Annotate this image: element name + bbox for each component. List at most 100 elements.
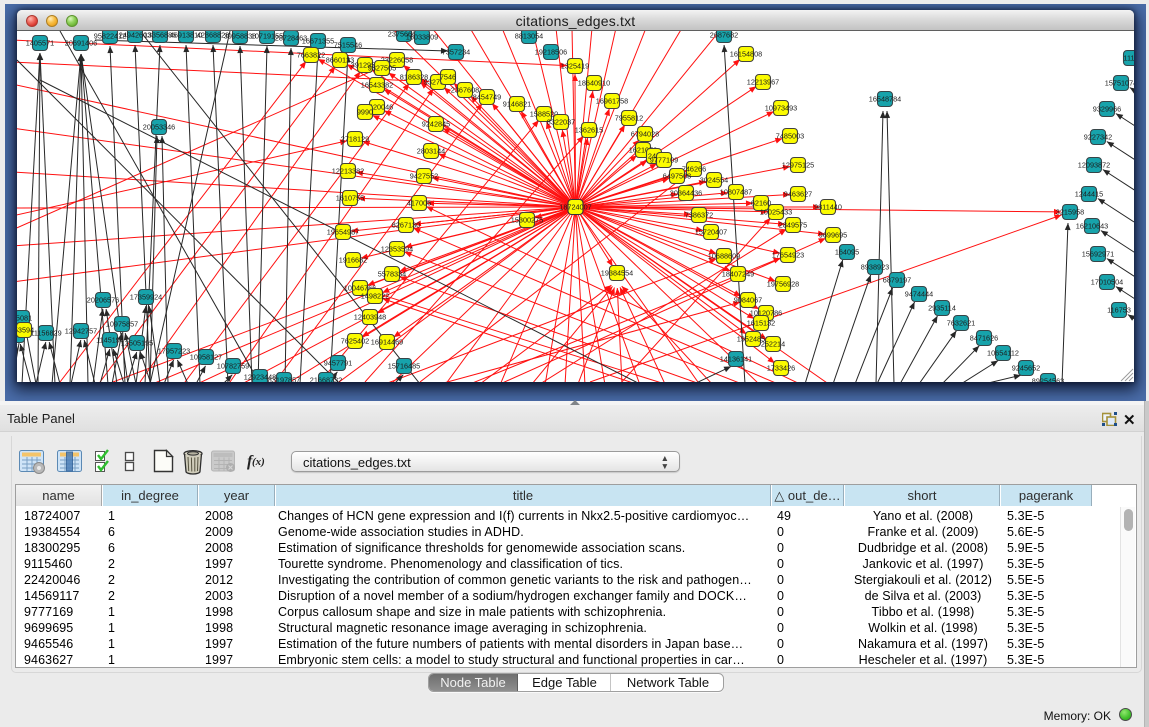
svg-text:19654987: 19654987: [327, 227, 359, 236]
svg-text:62160: 62160: [751, 198, 771, 207]
svg-text:1145194: 1145194: [96, 335, 124, 344]
svg-text:9084067: 9084067: [734, 295, 762, 304]
svg-text:11156829: 11156829: [30, 328, 61, 337]
svg-text:7625402: 7625402: [341, 336, 369, 345]
svg-text:1244415: 1244415: [1075, 189, 1103, 198]
svg-text:5578334: 5578334: [378, 269, 406, 278]
svg-text:20053346: 20053346: [143, 122, 175, 131]
svg-text:16548784: 16548784: [869, 94, 901, 103]
svg-text:9457791: 9457791: [324, 358, 352, 367]
svg-text:12942757: 12942757: [65, 326, 97, 335]
svg-text:15300275: 15300275: [511, 215, 543, 224]
svg-text:8454749: 8454749: [473, 92, 501, 101]
svg-text:10807487: 10807487: [720, 187, 752, 196]
svg-text:2687682: 2687682: [710, 31, 738, 39]
svg-text:17654923: 17654923: [772, 250, 804, 259]
svg-text:12403948: 12403948: [354, 312, 386, 321]
svg-text:7515546: 7515546: [334, 40, 362, 49]
svg-text:(x): (x): [252, 456, 265, 468]
svg-text:9811440: 9811440: [814, 202, 842, 211]
svg-text:252214: 252214: [761, 339, 785, 348]
svg-text:12975125: 12975125: [782, 160, 814, 169]
svg-text:16671355: 16671355: [302, 36, 334, 45]
svg-text:7663822: 7663822: [297, 50, 325, 59]
svg-text:9242845: 9242845: [422, 119, 450, 128]
svg-text:21668732: 21668732: [310, 375, 342, 382]
svg-text:9245652: 9245652: [1012, 363, 1040, 372]
svg-text:6794028: 6794028: [631, 129, 659, 138]
svg-text:9990: 9990: [357, 107, 373, 116]
svg-text:20206576: 20206576: [87, 295, 119, 304]
svg-text:8322037: 8322037: [547, 117, 575, 126]
svg-text:17010504: 17010504: [1091, 277, 1123, 286]
svg-text:7955812: 7955812: [615, 113, 643, 122]
svg-text:53594: 53594: [17, 325, 34, 334]
svg-text:7546: 7546: [440, 72, 456, 81]
svg-text:10025433: 10025433: [760, 207, 792, 216]
svg-text:7632621: 7632621: [947, 318, 975, 327]
svg-text:12353594: 12353594: [381, 244, 413, 253]
svg-text:16033809: 16033809: [406, 32, 438, 41]
svg-text:417006: 417006: [407, 198, 431, 207]
svg-text:9699695: 9699695: [819, 230, 847, 239]
svg-text:16543382: 16543382: [361, 80, 393, 89]
svg-text:9777109: 9777109: [650, 155, 678, 164]
svg-text:1498222: 1498222: [361, 291, 389, 300]
svg-text:19218506: 19218506: [535, 47, 567, 56]
svg-text:14136141: 14136141: [720, 354, 752, 363]
svg-text:12505195: 12505195: [121, 338, 153, 347]
svg-text:9474444: 9474444: [905, 289, 933, 298]
svg-text:15716485: 15716485: [388, 361, 420, 370]
svg-text:12213967: 12213967: [747, 77, 779, 86]
svg-text:8938923: 8938923: [861, 262, 889, 271]
svg-text:6879197: 6879197: [883, 275, 911, 284]
svg-text:85081: 85081: [17, 313, 32, 322]
svg-text:10782759: 10782759: [217, 361, 249, 370]
svg-text:1916682: 1916682: [339, 255, 367, 264]
svg-text:83197857: 83197857: [268, 375, 300, 382]
svg-text:12213382: 12213382: [332, 166, 364, 175]
svg-text:15692971: 15692971: [1082, 249, 1114, 258]
svg-text:89254563: 89254563: [1032, 376, 1064, 382]
svg-text:8813054: 8813054: [515, 31, 543, 40]
svg-text:9327505: 9327505: [368, 63, 396, 72]
svg-text:3024554: 3024554: [700, 175, 728, 184]
svg-text:16210643: 16210643: [1076, 221, 1108, 230]
svg-text:9463627: 9463627: [784, 189, 812, 198]
svg-text:10958127: 10958127: [190, 352, 222, 361]
svg-text:15720407: 15720407: [695, 227, 727, 236]
svg-text:18724007: 18724007: [559, 202, 591, 211]
svg-text:16154808: 16154808: [730, 49, 762, 58]
svg-text:10973493: 10973493: [765, 103, 797, 112]
svg-text:1112: 1112: [1123, 53, 1134, 62]
svg-text:7386372: 7386372: [685, 210, 713, 219]
svg-text:20691406: 20691406: [65, 38, 97, 47]
svg-text:9146821: 9146821: [503, 99, 531, 108]
svg-text:9329966: 9329966: [1093, 104, 1121, 113]
svg-text:9227342: 9227342: [1084, 132, 1112, 141]
svg-text:7485003: 7485003: [776, 131, 804, 140]
svg-text:20364436: 20364436: [670, 188, 702, 197]
svg-text:6497508: 6497508: [663, 171, 691, 180]
svg-text:15751074: 15751074: [1105, 78, 1134, 87]
svg-text:1405571: 1405571: [26, 38, 54, 47]
svg-text:19756928: 19756928: [767, 279, 799, 288]
svg-text:17957223: 17957223: [158, 346, 190, 355]
svg-text:1610755: 1610755: [336, 193, 364, 202]
svg-text:18407249: 18407249: [722, 269, 754, 278]
svg-text:1325419: 1325419: [561, 61, 589, 70]
svg-text:7357234: 7357234: [442, 47, 470, 56]
svg-text:19384554: 19384554: [601, 268, 633, 277]
svg-text:1733426: 1733426: [767, 363, 795, 372]
svg-text:18640910: 18640910: [578, 78, 610, 87]
svg-text:12093872: 12093872: [1078, 160, 1110, 169]
svg-text:16914469: 16914469: [371, 337, 403, 346]
svg-text:10688609: 10688609: [708, 251, 740, 260]
svg-text:2935114: 2935114: [928, 303, 956, 312]
svg-text:2718129: 2718129: [341, 134, 369, 143]
svg-text:1362615: 1362615: [575, 125, 603, 134]
svg-text:116753: 116753: [1107, 305, 1131, 314]
svg-text:3215958: 3215958: [1056, 207, 1084, 216]
svg-text:10975857: 10975857: [106, 319, 138, 328]
svg-text:2849575: 2849575: [779, 220, 807, 229]
